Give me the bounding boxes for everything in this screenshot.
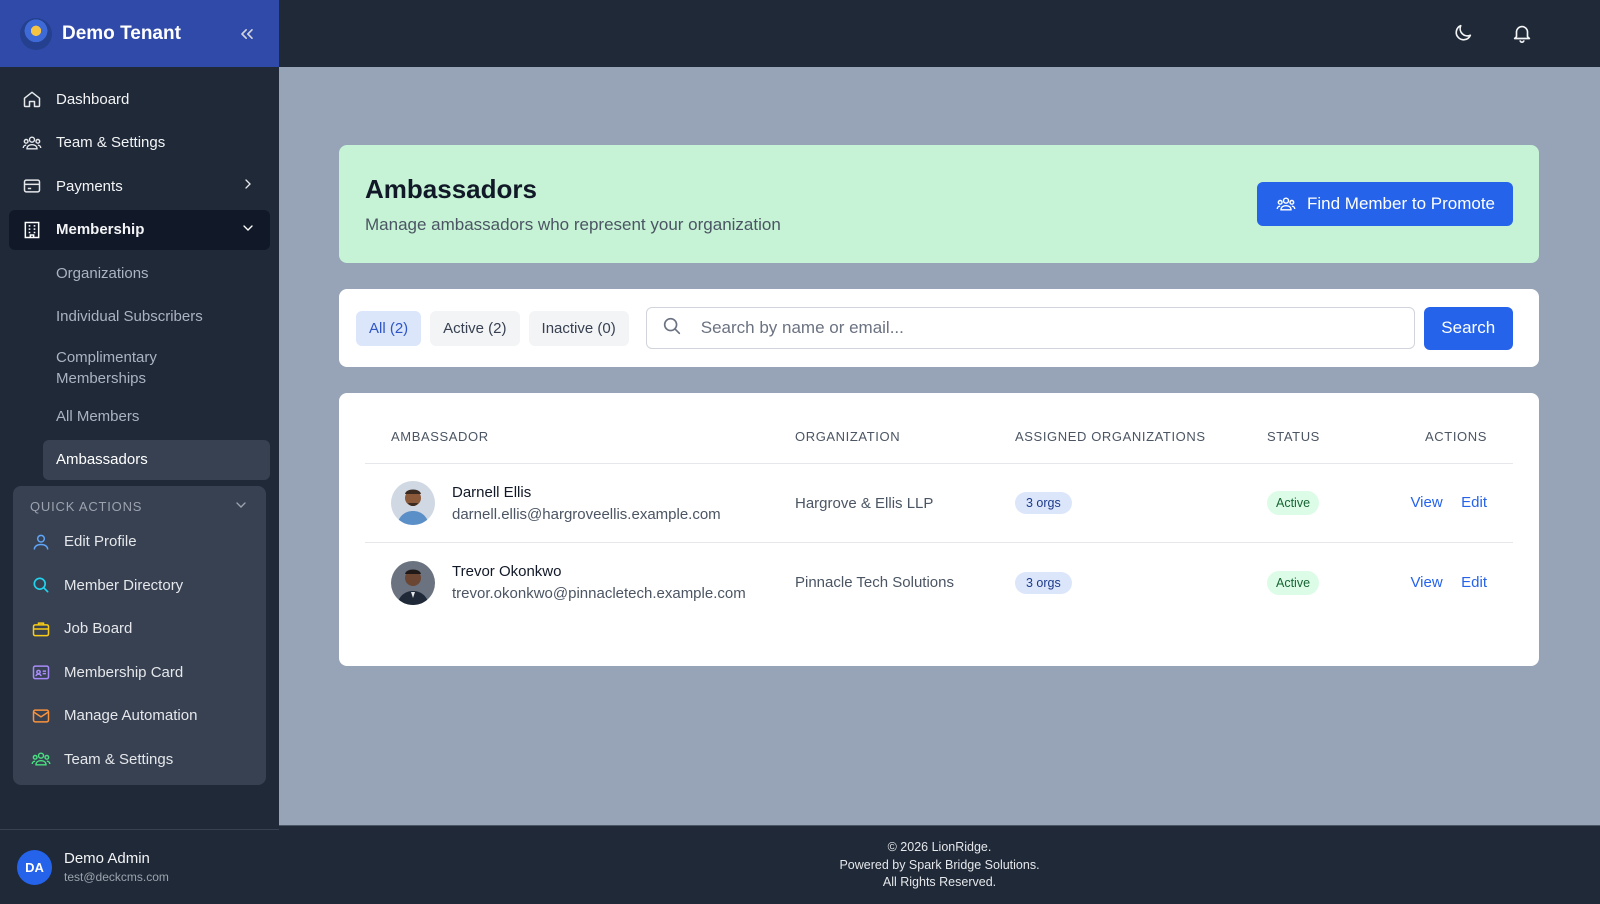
filter-bar: All (2) Active (2) Inactive (0) Search: [339, 289, 1539, 367]
avatar: DA: [17, 849, 52, 885]
footer: © 2026 LionRidge. Powered by Spark Bridg…: [279, 825, 1600, 904]
column-header-actions: ACTIONS: [1425, 428, 1487, 444]
quick-action-edit-profile[interactable]: Edit Profile: [30, 520, 249, 564]
column-header-status: STATUS: [1267, 428, 1320, 444]
table-header: AMBASSADOR ORGANIZATION ASSIGNED ORGANIZ…: [365, 393, 1513, 464]
dark-mode-moon-icon[interactable]: [1449, 19, 1477, 47]
ambassador-name: Darnell Ellis: [452, 483, 532, 501]
quick-actions-header[interactable]: QUICK ACTIONS: [30, 494, 249, 520]
credit-card-icon: [21, 175, 43, 197]
view-link[interactable]: View: [1410, 574, 1442, 591]
find-member-to-promote-button[interactable]: Find Member to Promote: [1256, 182, 1513, 226]
quick-action-manage-automation[interactable]: Manage Automation: [30, 694, 249, 738]
filter-tab-inactive[interactable]: Inactive (0): [528, 310, 629, 346]
user-email: test@deckcms.com: [64, 870, 169, 884]
sidebar-item-individual-subscribers[interactable]: Individual Subscribers: [9, 297, 270, 337]
users-icon: [21, 132, 43, 154]
status-badge: Active: [1267, 491, 1320, 515]
assigned-orgs-badge: 3 orgs: [1015, 492, 1072, 514]
home-icon: [21, 88, 43, 110]
collapse-sidebar-icon[interactable]: [235, 22, 259, 46]
users-icon: [30, 748, 52, 770]
briefcase-icon: [30, 618, 52, 640]
avatar: [391, 481, 435, 525]
top-bar: [279, 0, 1600, 67]
chevron-down-icon: [233, 497, 249, 516]
nav-item-team-settings[interactable]: Team & Settings: [9, 123, 270, 163]
ambassador-email: trevor.okonkwo@pinnacletech.example.com: [452, 585, 746, 602]
column-header-ambassador: AMBASSADOR: [391, 428, 489, 444]
mail-icon: [30, 705, 52, 727]
search-icon: [661, 315, 683, 342]
nav-item-membership[interactable]: Membership: [9, 209, 270, 250]
nav-label: Payments: [56, 177, 123, 195]
user-icon: [30, 531, 52, 553]
status-badge: Active: [1267, 570, 1320, 595]
quick-action-label: Manage Automation: [64, 707, 198, 724]
quick-action-label: Membership Card: [64, 663, 184, 681]
rights-text: All Rights Reserved.: [882, 875, 997, 889]
quick-action-member-directory[interactable]: Member Directory: [30, 563, 249, 607]
organization-cell: Hargrove & Ellis LLP: [795, 494, 934, 512]
quick-action-label: Member Directory: [64, 576, 184, 594]
current-user[interactable]: DA Demo Admin test@deckcms.com: [0, 829, 279, 904]
tenant-logo: [20, 17, 52, 50]
sidebar-item-ambassadors[interactable]: Ambassadors: [43, 439, 270, 480]
quick-action-label: Team & Settings: [64, 750, 174, 768]
column-header-assigned-organizations: ASSIGNED ORGANIZATIONS: [1015, 428, 1206, 444]
brand-bar: Demo Tenant: [0, 0, 279, 67]
quick-action-label: Edit Profile: [64, 533, 137, 550]
avatar: [391, 560, 435, 605]
ambassadors-table: AMBASSADOR ORGANIZATION ASSIGNED ORGANIZ…: [339, 393, 1539, 666]
user-name: Demo Admin: [64, 850, 150, 867]
users-icon: [1275, 194, 1297, 214]
table-row: Trevor Okonkwo trevor.okonkwo@pinnaclete…: [365, 543, 1513, 622]
main-nav: Dashboard Team & Settings Payments Membe…: [0, 67, 279, 480]
view-link[interactable]: View: [1410, 494, 1442, 511]
edit-link[interactable]: Edit: [1461, 494, 1487, 511]
sidebar-item-complimentary-memberships[interactable]: Complimentary Memberships: [9, 341, 270, 393]
search-input[interactable]: [700, 318, 1400, 338]
quick-actions-title: QUICK ACTIONS: [30, 499, 143, 515]
column-header-organization: ORGANIZATION: [795, 428, 901, 444]
quick-actions-panel: QUICK ACTIONS Edit Profile Member Direct…: [13, 485, 266, 785]
search-icon: [30, 574, 52, 596]
id-card-icon: [30, 661, 52, 683]
search-button[interactable]: Search: [1423, 306, 1513, 350]
sidebar-item-all-members[interactable]: All Members: [9, 396, 270, 436]
copyright-text: © 2026 LionRidge.: [887, 840, 992, 854]
nav-label: Team & Settings: [56, 134, 166, 152]
nav-label: Dashboard: [56, 90, 130, 108]
button-label: Find Member to Promote: [1306, 194, 1495, 213]
table-row: Darnell Ellis darnell.ellis@hargroveelli…: [365, 464, 1513, 543]
quick-action-label: Job Board: [64, 620, 133, 637]
page-subtitle: Manage ambassadors who represent your or…: [365, 214, 781, 234]
page-title: Ambassadors: [365, 173, 537, 204]
nav-item-dashboard[interactable]: Dashboard: [9, 79, 270, 119]
ambassador-name: Trevor Okonkwo: [452, 563, 562, 580]
tenant-name: Demo Tenant: [62, 22, 181, 44]
edit-link[interactable]: Edit: [1461, 574, 1487, 591]
quick-action-membership-card[interactable]: Membership Card: [30, 650, 249, 694]
powered-by-text: Powered by Spark Bridge Solutions.: [839, 857, 1040, 872]
nav-item-payments[interactable]: Payments: [9, 166, 270, 206]
notifications-bell-icon[interactable]: [1508, 19, 1536, 47]
filter-tab-all[interactable]: All (2): [356, 310, 422, 346]
ambassador-email: darnell.ellis@hargroveellis.example.com: [452, 505, 721, 523]
nav-label: Membership: [56, 221, 145, 239]
quick-action-team-settings[interactable]: Team & Settings: [30, 737, 249, 781]
sidebar: Demo Tenant Dashboard Team & Settings Pa…: [0, 0, 279, 904]
sidebar-item-organizations[interactable]: Organizations: [9, 253, 270, 293]
search-box: [645, 307, 1415, 349]
filter-tab-active[interactable]: Active (2): [430, 310, 520, 346]
building-icon: [21, 219, 43, 241]
organization-cell: Pinnacle Tech Solutions: [795, 574, 954, 591]
sidebar-item-label: Complimentary Memberships: [56, 349, 157, 388]
assigned-orgs-badge: 3 orgs: [1015, 571, 1072, 594]
page-header-card: Ambassadors Manage ambassadors who repre…: [339, 145, 1539, 263]
quick-action-job-board[interactable]: Job Board: [30, 607, 249, 651]
chevron-down-icon: [240, 220, 256, 240]
chevron-right-icon: [240, 176, 256, 196]
